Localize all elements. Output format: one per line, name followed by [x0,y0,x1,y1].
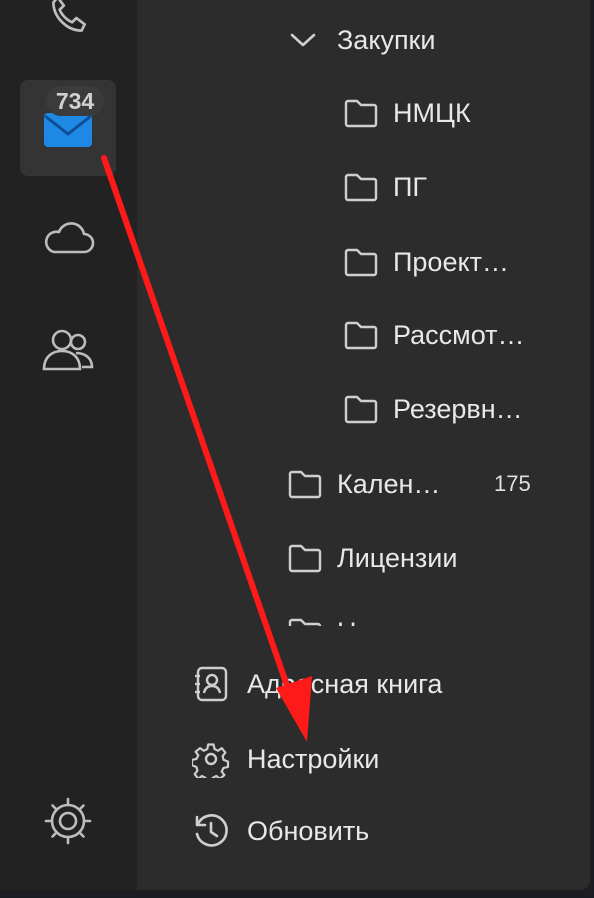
bottom-actions: Адресная книга Настройки Обновить [137,640,590,890]
mail-app-window: 734 Закупки НМЦК ПГ Проект… Рассмот… Рез… [0,0,590,890]
folder-tree: Закупки НМЦК ПГ Проект… Рассмот… Резервн… [137,0,590,626]
cloud-icon [40,218,96,263]
refresh-label: Обновить [247,815,370,846]
folder-label: Лицензии [337,542,458,573]
folder-icon [343,246,379,278]
folder-rassmot[interactable]: Рассмот… [343,313,524,357]
app-settings-button[interactable] [20,775,116,871]
mail-button[interactable]: 734 [20,80,116,176]
address-book-icon [191,664,231,704]
folder-label: Кален… [337,468,441,499]
folder-panel: Закупки НМЦК ПГ Проект… Рассмот… Резервн… [137,0,590,890]
cloud-button[interactable] [20,192,116,288]
history-refresh-icon [191,811,231,851]
app-rail: 734 [0,0,137,890]
folder-label: ПГ [393,171,428,202]
folder-icon [343,319,379,351]
folder-icon [343,393,379,425]
folder-pg[interactable]: ПГ [343,165,427,209]
settings-label: Настройки [247,743,380,774]
refresh-button[interactable]: Обновить [191,806,369,856]
folder-nmck[interactable]: НМЦК [343,91,471,135]
settings-button[interactable]: Настройки [191,734,379,784]
folder-unread-count: 175 [494,471,531,496]
address-book-label: Адресная книга [247,668,443,699]
folder-licenses[interactable]: Лицензии [287,536,457,580]
folder-icon [287,542,323,574]
folder-icon [343,171,379,203]
unread-count-badge: 734 [46,86,104,116]
chevron-down-icon[interactable] [289,24,319,56]
folder-label: Рассмот… [393,319,525,350]
folder-icon [287,616,323,626]
calls-button[interactable] [20,0,116,66]
folder-novikov[interactable]: Новиков [287,610,442,626]
gear-icon [191,739,231,779]
folder-label: Закупки [337,24,436,55]
contacts-button[interactable] [20,304,116,400]
folder-icon [343,97,379,129]
phone-icon [43,0,93,46]
address-book-button[interactable]: Адресная книга [191,659,442,709]
folder-zakupki[interactable]: Закупки [289,18,435,62]
contacts-icon [40,327,96,378]
folder-label: Резервн… [393,393,523,424]
folder-label: Новиков [337,617,442,627]
folder-calendar[interactable]: Кален… 175 [287,462,547,506]
folder-proekt[interactable]: Проект… [343,240,509,284]
folder-icon [287,468,323,500]
folder-label: Проект… [393,246,509,277]
folder-rezervn[interactable]: Резервн… [343,387,523,431]
settings-gear-icon [44,797,92,850]
folder-label: НМЦК [393,97,471,128]
